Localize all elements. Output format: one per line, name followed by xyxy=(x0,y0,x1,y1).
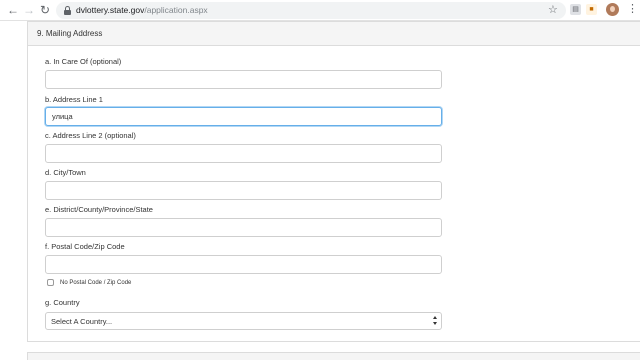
menu-icon[interactable]: ⋮ xyxy=(627,2,638,16)
reload-icon[interactable]: ↻ xyxy=(38,3,52,17)
back-icon[interactable]: ← xyxy=(6,3,20,17)
no-postal-code-checkbox[interactable] xyxy=(47,279,54,286)
extension-icon[interactable]: ▤ xyxy=(570,4,581,15)
country-label: g. Country xyxy=(45,298,80,307)
address-line-2-input[interactable] xyxy=(45,144,442,163)
url-host: dvlottery.state.gov xyxy=(76,5,145,15)
postal-code-input[interactable] xyxy=(45,255,442,274)
forward-icon[interactable]: → xyxy=(22,3,36,17)
panel-heading: 9. Mailing Address xyxy=(28,22,640,46)
select-arrows-icon xyxy=(433,315,439,327)
next-section-panel xyxy=(27,352,640,360)
address-line-1-input[interactable] xyxy=(45,107,442,126)
district-label: e. District/County/Province/State xyxy=(45,205,153,214)
extension-icon[interactable]: ■ xyxy=(586,4,597,15)
lock-icon xyxy=(64,6,71,15)
user-avatar-icon[interactable] xyxy=(606,3,619,16)
country-select-value: Select A Country... xyxy=(51,317,113,326)
care-of-input[interactable] xyxy=(45,70,442,89)
address-line-1-label: b. Address Line 1 xyxy=(45,95,103,104)
city-label: d. City/Town xyxy=(45,168,86,177)
city-input[interactable] xyxy=(45,181,442,200)
url-text: dvlottery.state.gov/application.aspx xyxy=(76,4,208,17)
no-postal-code-label[interactable]: No Postal Code / Zip Code xyxy=(60,279,131,287)
url-path: /application.aspx xyxy=(144,5,208,15)
address-bar[interactable]: dvlottery.state.gov/application.aspx xyxy=(56,2,566,19)
section-title: 9. Mailing Address xyxy=(37,29,103,38)
postal-code-label: f. Postal Code/Zip Code xyxy=(45,242,125,251)
address-line-2-label: c. Address Line 2 (optional) xyxy=(45,131,136,140)
district-input[interactable] xyxy=(45,218,442,237)
browser-toolbar: ← → ↻ dvlottery.state.gov/application.as… xyxy=(0,0,640,21)
bookmark-star-icon[interactable]: ☆ xyxy=(548,3,558,17)
care-of-label: a. In Care Of (optional) xyxy=(45,57,122,66)
country-select[interactable]: Select A Country... xyxy=(45,312,442,330)
